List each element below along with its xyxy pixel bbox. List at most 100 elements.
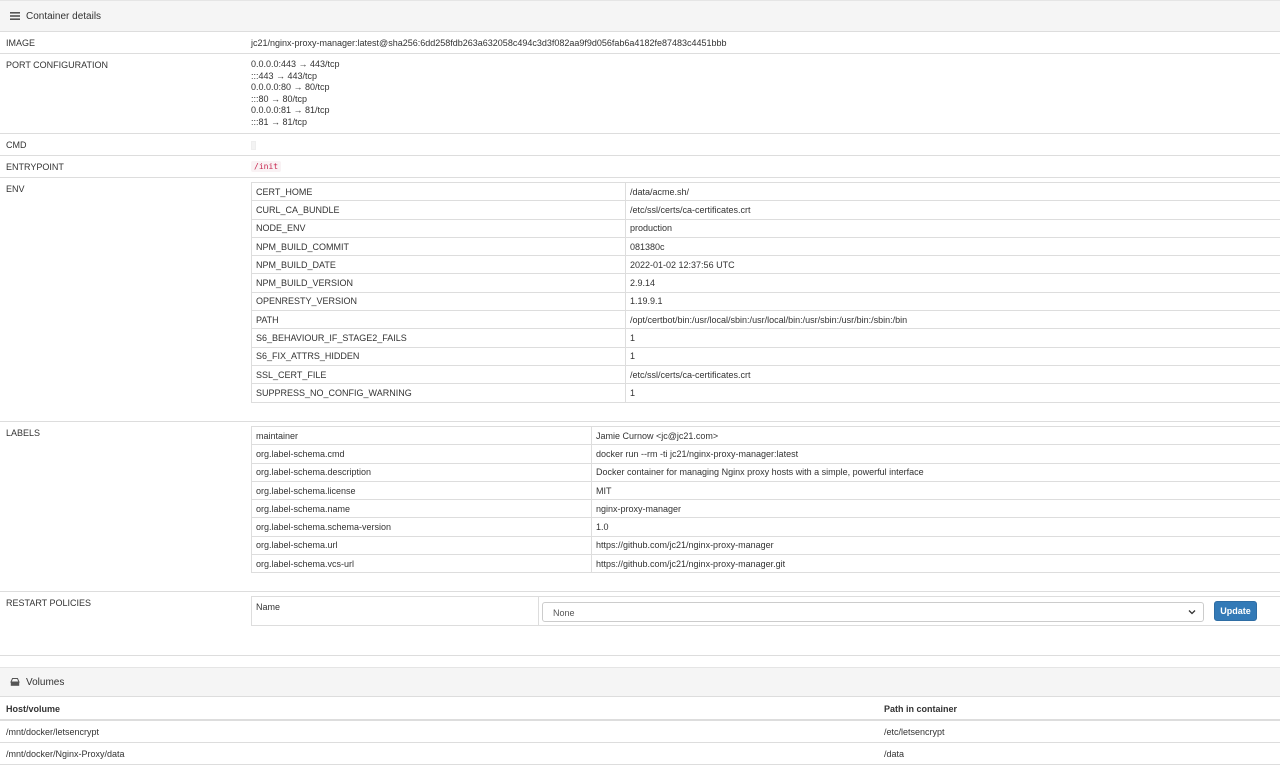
kv-value: 1.0 (591, 517, 1280, 537)
restart-name-label: Name (252, 597, 539, 625)
kv-value: docker run --rm -ti jc21/nginx-proxy-man… (591, 444, 1280, 464)
cmd-value (251, 141, 256, 150)
volumes-table-header: Host/volume Path in container (0, 697, 1280, 721)
kv-value: /etc/ssl/certs/ca-certificates.crt (625, 200, 1280, 220)
kv-value: 1 (625, 383, 1280, 403)
table-row: SUPPRESS_NO_CONFIG_WARNING 1 (251, 383, 1280, 403)
entrypoint-value: /init (251, 161, 282, 172)
table-row: CERT_HOME/data/acme.sh/ (251, 181, 1280, 202)
kv-value: MIT (591, 480, 1280, 501)
volume-path: /etc/letsencrypt (884, 727, 945, 737)
entrypoint-row: ENTRYPOINT /init (0, 156, 1280, 178)
table-row: NPM_BUILD_COMMIT 081380c (251, 236, 1280, 257)
kv-value: Docker container for managing Nginx prox… (591, 462, 1280, 482)
port-item: :::80 → 80/tcp (251, 93, 308, 104)
volumes-title: Volumes (26, 676, 65, 688)
kv-value: 081380c (625, 236, 1280, 257)
table-row: /mnt/docker/Nginx-Proxy/data /data (0, 743, 1280, 765)
container-details-header: Container details (0, 0, 1280, 32)
image-link[interactable]: jc21/nginx-proxy-manager:latest@sha256:6… (251, 38, 727, 48)
port-item: 0.0.0.0:81 → 81/tcp (251, 105, 330, 115)
table-row: NPM_BUILD_VERSION 2.9.14 (251, 273, 1280, 293)
table-row: org.label-schema.schema-version 1.0 (251, 517, 1280, 537)
restart-row: RESTART POLICIES Name None Update (0, 592, 1280, 656)
col-host-volume[interactable]: Host/volume (6, 704, 60, 714)
env-table: CERT_HOME/data/acme.sh/CURL_CA_BUNDLE/et… (251, 181, 1280, 403)
table-row: PATH/opt/certbot/bin:/usr/local/sbin:/us… (251, 310, 1280, 330)
table-row: SSL_CERT_FILE/etc/ssl/certs/ca-certifica… (251, 364, 1280, 385)
kv-value: /etc/ssl/certs/ca-certificates.crt (625, 364, 1280, 385)
table-row: org.label-schema.cmd docker run --rm -ti … (251, 444, 1280, 464)
table-row: S6_BEHAVIOUR_IF_STAGE2_FAILS 1 (251, 328, 1280, 348)
table-row: S6_FIX_ATTRS_HIDDEN 1 (251, 346, 1280, 366)
kv-value: 1 (625, 346, 1280, 366)
kv-value: /data/acme.sh/ (625, 181, 1280, 202)
kv-key: maintainer (251, 425, 592, 446)
list-icon (10, 12, 20, 20)
table-row: /mnt/docker/letsencrypt /etc/letsencrypt (0, 721, 1280, 743)
kv-value: https://github.com/jc21/nginx-proxy-mana… (591, 535, 1280, 556)
kv-value: 2.9.14 (625, 273, 1280, 293)
port-item: :::81 → 81/tcp (251, 116, 308, 127)
kv-key: PATH (251, 310, 626, 330)
table-row: OPENRESTY_VERSION 1.19.9.1 (251, 291, 1280, 312)
port-item: 0.0.0.0:80 → 80/tcp (251, 82, 330, 92)
restart-table: Name None Update (251, 596, 1280, 626)
image-label: IMAGE (6, 38, 36, 48)
kv-value: production (625, 218, 1280, 238)
restart-label: RESTART POLICIES (6, 598, 92, 608)
kv-value: Jamie Curnow <jc@jc21.com> (591, 425, 1280, 446)
kv-key: S6_BEHAVIOUR_IF_STAGE2_FAILS (251, 328, 626, 348)
kv-key: org.label-schema.schema-version (251, 517, 592, 537)
kv-key: SSL_CERT_FILE (251, 364, 626, 385)
volume-host: /mnt/docker/letsencrypt (6, 727, 100, 737)
table-row: org.label-schema.url https://github.com/j… (251, 535, 1280, 556)
table-row: NPM_BUILD_DATE 2022-01-02 12:37:56 UTC (251, 255, 1280, 275)
chevron-down-icon (1188, 610, 1196, 615)
kv-key: NODE_ENV (251, 218, 626, 238)
kv-key: NPM_BUILD_DATE (251, 255, 626, 275)
labels-row: LABELS maintainer Jamie Curnow <jc@jc21.c… (0, 422, 1280, 592)
kv-value: 1 (625, 328, 1280, 348)
port-item: :::443 → 443/tcp (251, 70, 318, 81)
image-row: IMAGE jc21/nginx-proxy-manager:latest@sh… (0, 32, 1280, 54)
update-button[interactable]: Update (1214, 601, 1257, 621)
volumes-header: Volumes (0, 667, 1280, 697)
kv-value: /opt/certbot/bin:/usr/local/sbin:/usr/lo… (625, 310, 1280, 330)
kv-key: org.label-schema.url (251, 535, 592, 556)
table-row: org.label-schema.name nginx-proxy-manager (251, 499, 1280, 519)
volume-host: /mnt/docker/Nginx-Proxy/data (6, 749, 125, 759)
restart-policy-select[interactable]: None (542, 602, 1204, 622)
table-row: maintainer Jamie Curnow <jc@jc21.com> (251, 425, 1280, 446)
kv-key: CERT_HOME (251, 181, 626, 202)
kv-key: org.label-schema.license (251, 480, 592, 501)
table-row: CURL_CA_BUNDLE/etc/ssl/certs/ca-certific… (251, 200, 1280, 220)
env-row: ENV CERT_HOME/data/acme.sh/CURL_CA_BUNDL… (0, 178, 1280, 422)
kv-key: NPM_BUILD_VERSION (251, 273, 626, 293)
cmd-label: CMD (6, 140, 27, 150)
kv-key: org.label-schema.cmd (251, 444, 592, 464)
kv-key: SUPPRESS_NO_CONFIG_WARNING (251, 383, 626, 403)
kv-value: https://github.com/jc21/nginx-proxy-mana… (591, 554, 1280, 574)
port-config-row: PORT CONFIGURATION 0.0.0.0:443 → 443/tcp… (0, 54, 1280, 134)
kv-key: org.label-schema.vcs-url (251, 554, 592, 574)
table-row: org.label-schema.license MIT (251, 480, 1280, 501)
col-path-in-container[interactable]: Path in container (884, 704, 957, 714)
kv-value: 1.19.9.1 (625, 291, 1280, 312)
hdd-icon (10, 678, 20, 686)
kv-key: NPM_BUILD_COMMIT (251, 236, 626, 257)
kv-value: 2022-01-02 12:37:56 UTC (625, 255, 1280, 275)
table-row: NODE_ENV production (251, 218, 1280, 238)
port-config-label: PORT CONFIGURATION (6, 60, 109, 70)
labels-table: maintainer Jamie Curnow <jc@jc21.com> org.… (251, 425, 1280, 574)
container-details-title: Container details (26, 10, 102, 22)
table-row: org.label-schema.description Docker conta… (251, 462, 1280, 482)
kv-key: CURL_CA_BUNDLE (251, 200, 626, 220)
restart-policy-selected: None (553, 608, 575, 618)
entrypoint-label: ENTRYPOINT (6, 162, 64, 172)
port-list: 0.0.0.0:443 → 443/tcp :::443 → 443/tcp 0… (251, 59, 340, 128)
table-row: org.label-schema.vcs-url https://github.c… (251, 554, 1280, 574)
kv-key: org.label-schema.description (251, 462, 592, 482)
labels-label: LABELS (6, 428, 41, 438)
cmd-row: CMD (0, 134, 1280, 156)
